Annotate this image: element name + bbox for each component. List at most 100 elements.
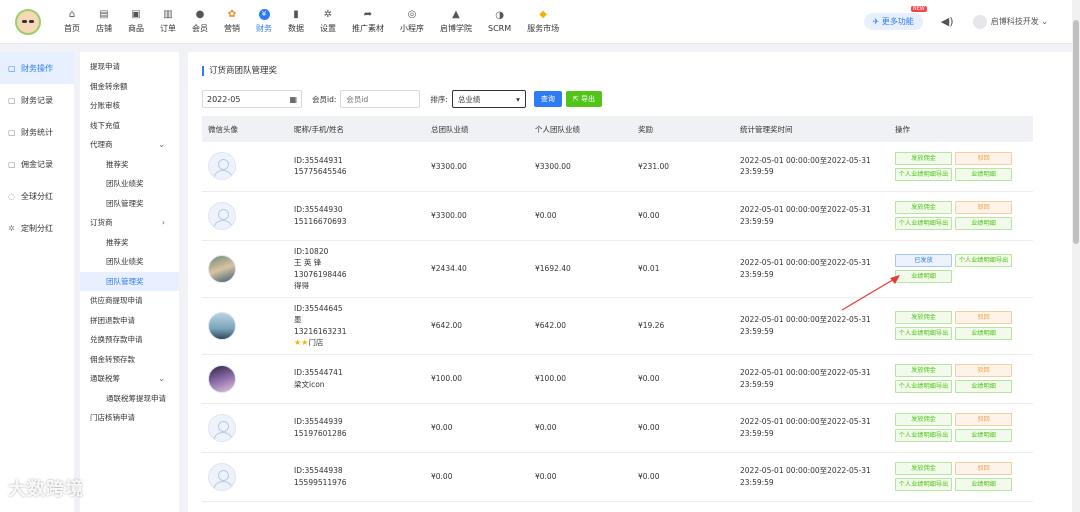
sort-select[interactable]: 总业绩 ▾ bbox=[451, 90, 526, 108]
submenu-item[interactable]: 门店核销申请 bbox=[80, 408, 179, 428]
revoke-button[interactable]: 驳回 bbox=[955, 413, 1012, 426]
logo-icon bbox=[15, 8, 41, 35]
issue-commission-button[interactable]: 发放佣金 bbox=[895, 201, 952, 214]
query-button[interactable]: 查询 bbox=[533, 91, 562, 107]
nav-share[interactable]: ➦ 推广素材 bbox=[344, 0, 392, 44]
nav-academy[interactable]: ▲ 启博学院 bbox=[432, 0, 480, 44]
nav-store[interactable]: ▤ 店铺 bbox=[88, 0, 120, 44]
issued-status-button[interactable]: 已发放 bbox=[895, 254, 952, 267]
user-menu[interactable]: 启博科技开发 ⌄ bbox=[972, 14, 1048, 29]
detail-button[interactable]: 业绩明细 bbox=[955, 429, 1012, 442]
submenu-item[interactable]: 供应商提现申请 bbox=[80, 291, 179, 311]
table-row: ID:10820 王 英 锋 13076198446 得得 ¥2434.40 ¥169… bbox=[202, 240, 1033, 298]
nav-miniprogram[interactable]: ◎ 小程序 bbox=[392, 0, 432, 44]
revoke-button[interactable]: 驳回 bbox=[955, 311, 1012, 324]
revoke-button[interactable]: 驳回 bbox=[955, 364, 1012, 377]
table-row: ID:35544645 墨 13216163231 ★★门店 ¥642.00 ¥642… bbox=[202, 297, 1033, 355]
member-id-input[interactable] bbox=[340, 90, 421, 108]
row-actions: 已发放 个人业绩明细导出 业绩明细 bbox=[895, 254, 1021, 283]
export-detail-button[interactable]: 个人业绩明细导出 bbox=[895, 380, 952, 393]
submenu-item[interactable]: 团队管理奖 bbox=[80, 194, 179, 214]
nav-finance[interactable]: ¥ 财务 bbox=[248, 0, 280, 44]
detail-button[interactable]: 业绩明细 bbox=[895, 270, 952, 283]
detail-button[interactable]: 业绩明细 bbox=[955, 380, 1012, 393]
chevron-down-icon: ⌄ bbox=[1041, 17, 1048, 26]
row-actions: 发放佣金 驳回 个人业绩明细导出 业绩明细 bbox=[895, 413, 1021, 442]
academy-icon: ▲ bbox=[452, 9, 460, 20]
left-menu-finance-records[interactable]: ▢ 财务记录 bbox=[0, 84, 74, 116]
nav-member[interactable]: ● 会员 bbox=[184, 0, 216, 44]
submenu-item[interactable]: 佣金转余额 bbox=[80, 77, 179, 97]
submenu-group-tax[interactable]: 通联税筹 ⌄ bbox=[80, 369, 179, 389]
nav-order[interactable]: ▥ 订单 bbox=[152, 0, 184, 44]
page-scrollbar[interactable] bbox=[1072, 0, 1080, 512]
col-avatar: 微信头像 bbox=[202, 116, 288, 142]
speaker-icon[interactable]: ◀) bbox=[941, 15, 955, 29]
nav-marketing[interactable]: ✿ 营销 bbox=[216, 0, 248, 44]
submenu-item[interactable]: 推荐奖 bbox=[80, 155, 179, 175]
issue-commission-button[interactable]: 发放佣金 bbox=[895, 151, 952, 165]
issue-commission-button[interactable]: 发放佣金 bbox=[895, 413, 952, 426]
nav-data[interactable]: ▮ 数据 bbox=[280, 0, 312, 44]
submenu-item[interactable]: 线下充值 bbox=[80, 116, 179, 136]
submenu-group-agent[interactable]: 代理商 ⌄ bbox=[80, 135, 179, 155]
export-detail-button[interactable]: 个人业绩明细导出 bbox=[895, 217, 952, 230]
watermark: 大数跨境 bbox=[8, 479, 84, 500]
date-picker[interactable]: 2022-05 ▦ bbox=[202, 90, 302, 108]
submenu-item[interactable]: 提现申请 bbox=[80, 57, 179, 77]
issue-commission-button[interactable]: 发放佣金 bbox=[895, 462, 952, 475]
left-menu-commission[interactable]: ▢ 佣金记录 bbox=[0, 148, 74, 180]
settings-icon: ✲ bbox=[323, 9, 333, 20]
member-info: ID:35544930 15116670693 bbox=[288, 191, 425, 241]
revoke-button[interactable]: 驳回 bbox=[955, 201, 1012, 214]
chevron-right-icon: › bbox=[161, 218, 165, 228]
nav-scrm[interactable]: ◑ SCRM bbox=[480, 0, 519, 44]
detail-button[interactable]: 业绩明细 bbox=[955, 478, 1012, 491]
file-icon: ▢ bbox=[8, 127, 16, 137]
row-actions: 发放佣金 驳回 个人业绩明细导出 业绩明细 bbox=[895, 201, 1021, 230]
submenu-item-active[interactable]: 团队管理奖 bbox=[80, 271, 179, 291]
submenu-group-distributor[interactable]: 订货商 › bbox=[80, 213, 179, 233]
nav-goods[interactable]: ▣ 商品 bbox=[120, 0, 152, 44]
issue-commission-button[interactable]: 发放佣金 bbox=[895, 311, 952, 324]
submenu-item[interactable]: 推荐奖 bbox=[80, 233, 179, 253]
member-info: ID:35544938 15599511976 bbox=[288, 452, 425, 502]
export-detail-button[interactable]: 个人业绩明细导出 bbox=[895, 429, 952, 442]
detail-button[interactable]: 业绩明细 bbox=[955, 167, 1012, 181]
nav-settings[interactable]: ✲ 设置 bbox=[312, 0, 344, 44]
export-detail-button[interactable]: 个人业绩明细导出 bbox=[955, 254, 1012, 267]
submenu-item[interactable]: 佣金转预存款 bbox=[80, 350, 179, 370]
table-row: ID:35544930 15116670693 ¥3300.00 ¥0.00 ¥0… bbox=[202, 191, 1033, 241]
submenu-item[interactable]: 通联税筹提现申请 bbox=[80, 389, 179, 409]
more-features-button[interactable]: ✈ 更多功能 NEW bbox=[863, 6, 927, 30]
detail-button[interactable]: 业绩明细 bbox=[955, 327, 1012, 340]
logo[interactable] bbox=[0, 0, 56, 44]
col-ops: 操作 bbox=[889, 116, 1033, 142]
left-menu-custom-bonus[interactable]: ✲ 定制分红 bbox=[0, 212, 74, 244]
submenu-item[interactable]: 兑换预存款申请 bbox=[80, 330, 179, 350]
export-detail-button[interactable]: 个人业绩明细导出 bbox=[895, 478, 952, 491]
avatar bbox=[208, 201, 236, 230]
left-menu-finance-stats[interactable]: ▢ 财务统计 bbox=[0, 116, 74, 148]
avatar bbox=[208, 462, 236, 491]
submenu-item[interactable]: 分账审核 bbox=[80, 96, 179, 116]
nav-market[interactable]: ◆ 服务市场 bbox=[519, 0, 567, 44]
export-button[interactable]: ⇱ 导出 bbox=[565, 91, 603, 107]
submenu-item[interactable]: 团队业绩奖 bbox=[80, 174, 179, 194]
reward-table: 微信头像 昵称/手机/姓名 总团队业绩 个人团队业绩 奖励 统计管理奖时间 操作… bbox=[202, 116, 1033, 502]
export-detail-button[interactable]: 个人业绩明细导出 bbox=[895, 327, 952, 340]
left-menu-finance-ops[interactable]: ▢ 财务操作 bbox=[0, 52, 74, 84]
nav-home[interactable]: ⌂ 首页 bbox=[56, 0, 88, 44]
export-detail-button[interactable]: 个人业绩明细导出 bbox=[895, 167, 952, 181]
member-info: ID:35544741 梁文icon bbox=[288, 354, 425, 404]
revoke-button[interactable]: 驳回 bbox=[955, 151, 1012, 165]
issue-commission-button[interactable]: 发放佣金 bbox=[895, 364, 952, 377]
col-total: 总团队业绩 bbox=[425, 116, 529, 142]
detail-button[interactable]: 业绩明细 bbox=[955, 217, 1012, 230]
submenu-item[interactable]: 拼团退款申请 bbox=[80, 311, 179, 331]
submenu: 提现申请 佣金转余额 分账审核 线下充值 代理商 ⌄ 推荐奖 团队业绩奖 团队管理… bbox=[80, 52, 179, 512]
left-menu-global-bonus[interactable]: ◌ 全球分红 bbox=[0, 180, 74, 212]
scrollbar-thumb[interactable] bbox=[1073, 20, 1079, 244]
revoke-button[interactable]: 驳回 bbox=[955, 462, 1012, 475]
submenu-item[interactable]: 团队业绩奖 bbox=[80, 252, 179, 272]
